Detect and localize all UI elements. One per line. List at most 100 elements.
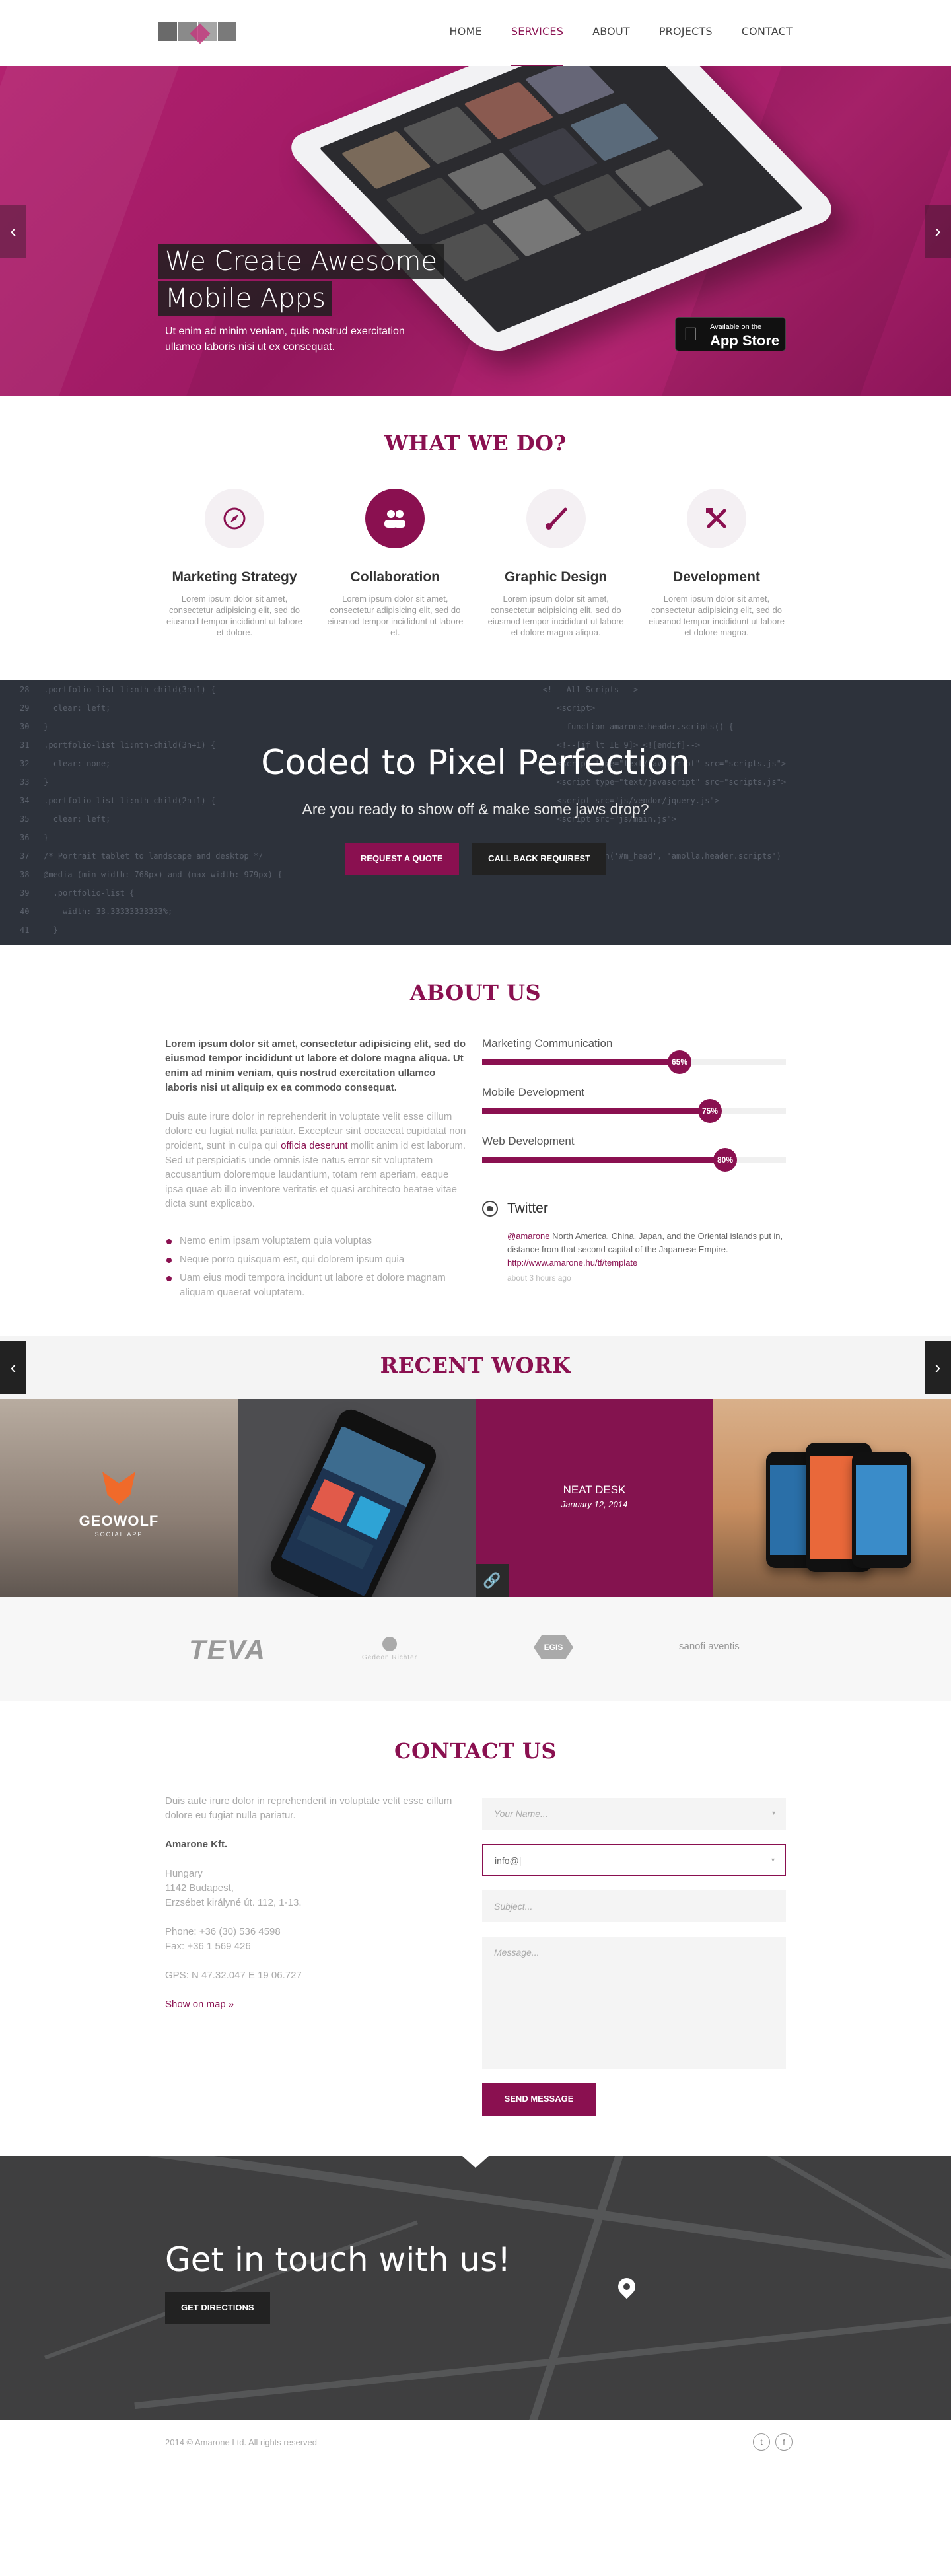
richter-logo: Gedeon Richter — [362, 1637, 417, 1661]
email-field[interactable]: info@| ▾ — [482, 1844, 786, 1876]
work-title: GEOWOLF — [79, 1513, 159, 1529]
work-date: January 12, 2014 — [561, 1499, 628, 1509]
hero-title: We Create Awesome Mobile Apps — [158, 244, 444, 318]
hero-subtitle: Ut enim ad minim veniam, quis nostrud ex… — [165, 326, 405, 353]
call-back-button[interactable]: CALL BACK REQUIREST — [472, 843, 607, 875]
brush-icon — [526, 489, 586, 548]
service-name: Collaboration — [350, 569, 440, 585]
list-item: Nemo enim ipsam voluptatem quia voluptas — [165, 1234, 469, 1248]
map-notch — [462, 2156, 489, 2168]
contact-form: Your Name... ▾ info@| ▾ Subject... Message… — [482, 1798, 786, 2083]
works-grid: GEOWOLF SOCIAL APP NEAT DESK January 12,… — [0, 1399, 951, 1597]
work-item-neat-desk[interactable]: NEAT DESK January 12, 2014 🔗 — [476, 1399, 713, 1597]
skill-percent: 80% — [713, 1148, 737, 1172]
service-text: Lorem ipsum dolor sit amet, consectetur … — [649, 594, 785, 637]
twitter-feed: Twitter @amarone North America, China, J… — [482, 1201, 786, 1283]
about-lead: Lorem ipsum dolor sit amet, consectetur … — [165, 1038, 466, 1093]
contact-title: CONTACT US — [394, 1738, 557, 1764]
phone-image — [266, 1405, 440, 1597]
company-name: Amarone Kft. — [165, 1839, 228, 1850]
coded-buttons: REQUEST A QUOTE CALL BACK REQUIREST — [0, 843, 951, 875]
work-item-weather[interactable] — [713, 1399, 951, 1597]
service-item[interactable]: Development Lorem ipsum dolor sit amet, … — [647, 489, 786, 638]
link-icon[interactable]: 🔗 — [476, 1564, 509, 1597]
service-item[interactable]: Collaboration Lorem ipsum dolor sit amet… — [326, 489, 464, 638]
map-section[interactable]: Get in touch with us! GET DIRECTIONS — [0, 2156, 951, 2420]
twitter-title: Twitter — [507, 1201, 548, 1216]
chevron-down-icon: ▾ — [771, 1810, 775, 1817]
contact-info: Duis aute irure dolor in reprehenderit i… — [165, 1794, 456, 2012]
app-store-badge[interactable]:  Available on the App Store — [675, 317, 786, 351]
service-name: Graphic Design — [505, 569, 608, 585]
site-logo[interactable] — [158, 20, 243, 44]
about-bullets: Nemo enim ipsam voluptatem quia voluptas… — [165, 1234, 469, 1300]
nav-services[interactable]: SERVICES — [511, 25, 564, 67]
appstore-small-text: Available on the — [710, 323, 762, 331]
service-text: Lorem ipsum dolor sit amet, consectetur … — [327, 594, 464, 637]
tweet-handle[interactable]: @amarone — [507, 1231, 550, 1241]
tools-icon — [686, 489, 746, 548]
nav-projects[interactable]: PROJECTS — [659, 25, 713, 38]
work-title: NEAT DESK — [563, 1484, 626, 1496]
about-title: ABOUT US — [409, 980, 542, 1005]
about-emphasis: officia deserunt — [281, 1140, 348, 1151]
chevron-down-icon: ▾ — [771, 1857, 775, 1864]
hero-next-arrow[interactable]: › — [925, 205, 951, 258]
skill-percent: 65% — [668, 1050, 691, 1074]
show-on-map-link[interactable]: Show on map » — [165, 1999, 234, 2010]
what-we-do-title: WHAT WE DO? — [384, 431, 567, 456]
name-field[interactable]: Your Name... ▾ — [482, 1798, 786, 1830]
egis-logo: EGIS — [534, 1635, 573, 1659]
contact-intro: Duis aute irure dolor in reprehenderit i… — [165, 1795, 452, 1821]
skill-label: Mobile Development — [482, 1086, 584, 1098]
map-pin-icon[interactable] — [614, 2274, 639, 2299]
work-next-arrow[interactable]: › — [925, 1341, 951, 1394]
service-name: Marketing Strategy — [172, 569, 297, 585]
nav-about[interactable]: ABOUT — [592, 25, 630, 38]
hero-prev-arrow[interactable]: ‹ — [0, 205, 26, 258]
work-item-mobile[interactable] — [238, 1399, 476, 1597]
client-logos: TEVA Gedeon Richter EGIS sanofi aventis — [0, 1597, 951, 1701]
sanofi-logo: sanofi aventis — [679, 1641, 740, 1652]
request-quote-button[interactable]: REQUEST A QUOTE — [344, 843, 459, 875]
fox-logo — [102, 1472, 135, 1505]
subject-field[interactable]: Subject... — [482, 1890, 786, 1922]
appstore-big-text: App Store — [710, 332, 780, 349]
skill-bar: Mobile Development 75% — [482, 1086, 786, 1123]
copyright: 2014 © Amarone Ltd. All rights reserved — [165, 2437, 317, 2447]
tweet-time: about 3 hours ago — [507, 1273, 571, 1283]
work-item-geowolf[interactable]: GEOWOLF SOCIAL APP — [0, 1399, 238, 1597]
work-prev-arrow[interactable]: ‹ — [0, 1341, 26, 1394]
service-name: Development — [673, 569, 760, 585]
twitter-icon — [482, 1201, 498, 1217]
skill-label: Marketing Communication — [482, 1037, 613, 1050]
list-item: Uam eius modi tempora incidunt ut labore… — [165, 1271, 469, 1300]
coded-subtitle: Are you ready to show off & make some ja… — [302, 801, 649, 818]
service-item[interactable]: Marketing Strategy Lorem ipsum dolor sit… — [165, 489, 304, 638]
send-message-button[interactable]: SEND MESSAGE — [482, 2083, 596, 2116]
twitter-icon[interactable]: t — [753, 2433, 770, 2451]
nav-home[interactable]: HOME — [450, 25, 482, 38]
hero-title-line2: Mobile Apps — [158, 281, 332, 316]
compass-icon — [205, 489, 264, 548]
tweet-text: @amarone North America, China, Japan, an… — [507, 1231, 783, 1268]
coded-banner: 28 .portfolio-list li:nth-child(3n+1) { … — [0, 680, 951, 945]
hero-bg-shape — [0, 66, 179, 396]
phone-fax: Phone: +36 (30) 536 4598 Fax: +36 1 569 4… — [165, 1926, 281, 1952]
users-icon — [365, 489, 425, 548]
apple-icon:  — [684, 325, 697, 343]
facebook-icon[interactable]: f — [775, 2433, 792, 2451]
nav-contact[interactable]: CONTACT — [742, 25, 792, 38]
message-field[interactable]: Message... — [482, 1937, 786, 2069]
about-paragraph: Duis aute irure dolor in reprehenderit i… — [165, 1111, 466, 1209]
recent-work-title: RECENT WORK — [380, 1353, 571, 1378]
teva-logo: TEVA — [189, 1634, 266, 1665]
site-header: HOME SERVICES ABOUT PROJECTS CONTACT — [0, 0, 951, 67]
gps: GPS: N 47.32.047 E 19 06.727 — [165, 1970, 302, 1981]
get-directions-button[interactable]: GET DIRECTIONS — [165, 2292, 270, 2324]
main-nav: HOME SERVICES ABOUT PROJECTS CONTACT — [450, 25, 792, 67]
tweet-link[interactable]: http://www.amarone.hu/tf/template — [507, 1258, 637, 1268]
service-item[interactable]: Graphic Design Lorem ipsum dolor sit ame… — [487, 489, 625, 638]
address: Hungary 1142 Budapest, Erzsébet királyné ú… — [165, 1868, 302, 1908]
hero-slider: We Create Awesome Mobile Apps Ut enim ad… — [0, 66, 951, 396]
